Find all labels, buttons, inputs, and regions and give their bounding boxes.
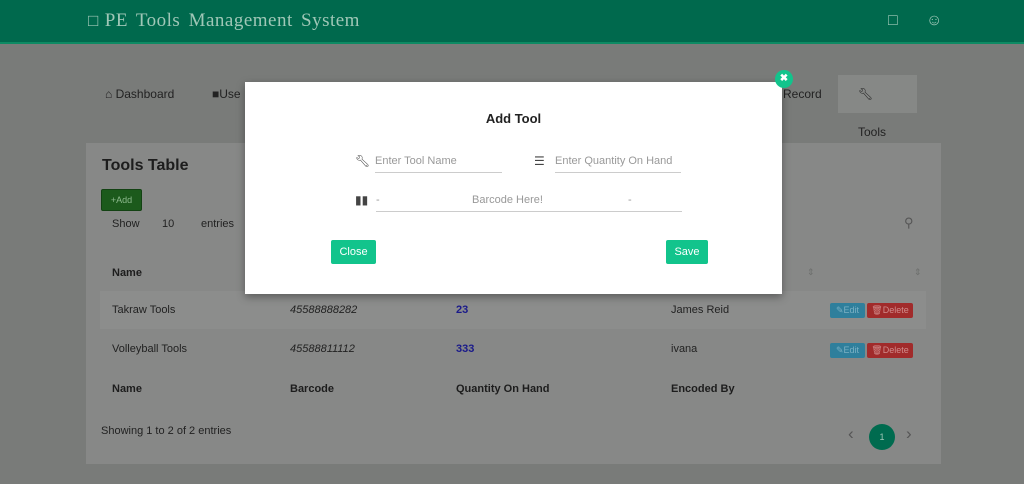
barcode-right: -: [628, 194, 632, 206]
edit-icon: □: [88, 11, 99, 30]
cell-qty: 23: [456, 304, 469, 316]
barcode-left: -: [376, 194, 380, 206]
add-button[interactable]: +Add: [101, 189, 142, 211]
save-button[interactable]: Save: [666, 240, 708, 264]
page-1-button[interactable]: 1: [869, 424, 895, 450]
close-button[interactable]: Close: [331, 240, 376, 264]
cell-encoded-by: ivana: [671, 343, 698, 355]
wrench-icon: 🔧︎: [355, 154, 371, 168]
next-page-button[interactable]: ›: [906, 424, 912, 444]
delete-label: Delete: [882, 305, 909, 315]
edit-label: Edit: [843, 345, 860, 355]
app-title[interactable]: □ PE Tools Management System: [88, 10, 360, 32]
edit-label: Edit: [843, 305, 860, 315]
card-title: Tools Table: [102, 157, 189, 174]
sort-icon[interactable]: ⇕: [914, 267, 922, 278]
delete-button[interactable]: 🗑︎Delete: [867, 303, 913, 318]
list-icon: ☰: [534, 154, 545, 168]
nav-users[interactable]: ■Use: [212, 75, 241, 113]
footer-qty: Quantity On Hand: [456, 383, 550, 395]
nav-dashboard[interactable]: ⌂ Dashboard: [105, 75, 174, 113]
tool-name-placeholder: Enter Tool Name: [375, 155, 457, 167]
cell-name: Takraw Tools: [112, 304, 176, 316]
modal-title: Add Tool: [485, 111, 542, 126]
home-icon: ⌂: [105, 87, 116, 101]
quantity-placeholder: Enter Quantity On Hand: [555, 155, 673, 167]
nav-label: Dashboard: [115, 87, 175, 101]
barcode-icon: ▮▮: [355, 193, 369, 207]
edit-button[interactable]: ✎Edit: [830, 343, 865, 358]
barcode-input[interactable]: - Barcode Here! -: [376, 188, 682, 212]
table-row: [100, 291, 926, 329]
cell-barcode: 45588888282: [290, 304, 358, 316]
close-icon[interactable]: ✖: [775, 70, 793, 88]
nav-label: Tools: [858, 125, 887, 139]
footer-encoded-by: Encoded By: [671, 383, 735, 395]
user-icon[interactable]: ☺: [926, 12, 942, 30]
nav-label: Record: [783, 87, 822, 101]
nav-tools[interactable]: 🔧︎ Tools: [838, 75, 917, 139]
add-label: Add: [116, 195, 133, 205]
cell-barcode: 45588811112: [290, 343, 355, 355]
app-title-text: PE Tools Management System: [104, 10, 360, 31]
cell-name: Volleyball Tools: [112, 343, 188, 355]
delete-label: Delete: [882, 345, 909, 355]
quantity-input[interactable]: Enter Quantity On Hand: [555, 149, 681, 173]
show-label: Show: [112, 218, 140, 230]
add-tool-modal: Add Tool 🔧︎ Enter Tool Name ☰ Enter Quan…: [245, 82, 782, 294]
nav-label: Use: [219, 87, 241, 101]
cell-qty: 333: [456, 343, 475, 355]
table-info: Showing 1 to 2 of 2 entries: [101, 425, 232, 437]
footer-name: Name: [112, 383, 142, 395]
prev-page-button[interactable]: ‹: [848, 424, 854, 444]
search-icon[interactable]: ⚲: [904, 215, 914, 231]
column-header-name[interactable]: Name: [112, 267, 142, 279]
cell-encoded-by: James Reid: [671, 304, 730, 316]
barcode-placeholder: Barcode Here!: [472, 194, 543, 206]
sort-icon[interactable]: ⇕: [807, 267, 815, 278]
wrench-icon: 🔧︎: [858, 87, 874, 101]
entries-label: entries: [201, 218, 235, 230]
app-header: □ PE Tools Management System □ ☺: [0, 0, 1024, 44]
edit-icon[interactable]: □: [888, 12, 898, 30]
entries-select[interactable]: 10: [162, 218, 174, 230]
delete-button[interactable]: 🗑︎Delete: [867, 343, 913, 358]
tool-name-input[interactable]: Enter Tool Name: [375, 149, 502, 173]
edit-button[interactable]: ✎Edit: [830, 303, 865, 318]
footer-barcode: Barcode: [290, 383, 335, 395]
